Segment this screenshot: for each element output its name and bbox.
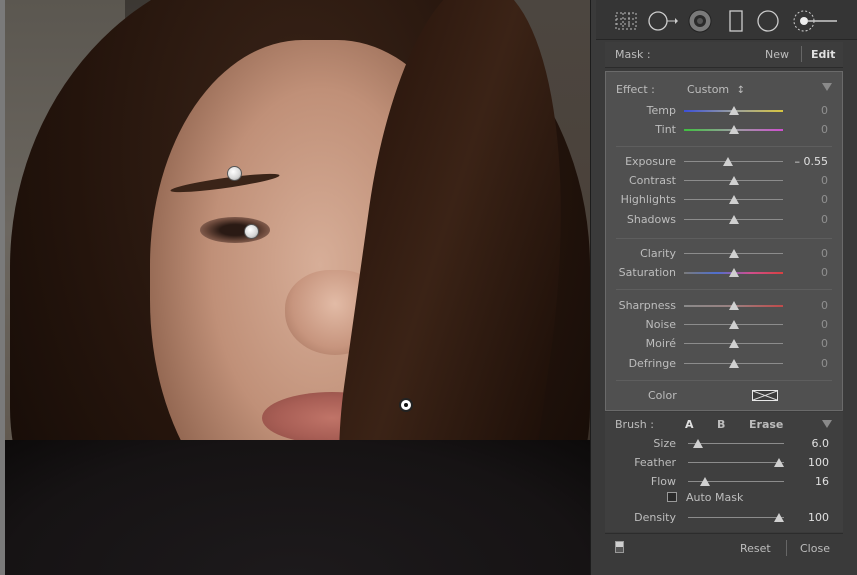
slider-thumb-0-0[interactable] [729,106,739,115]
collapse-triangle-icon[interactable] [822,83,832,91]
brush-slider-track-1[interactable] [688,462,784,463]
slider-value-1-2[interactable]: 0 [788,193,828,206]
brush-slider-label-3: Density [634,511,676,524]
updown-arrows-icon: ↕ [736,85,746,96]
slider-label-1-1: Contrast [628,174,676,187]
brush-slider-value-0[interactable]: 6.0 [789,437,830,450]
panel-toggle-switch[interactable] [615,541,624,553]
slider-thumb-1-1[interactable] [729,176,739,185]
slider-thumb-3-1[interactable] [729,320,739,329]
slider-value-0-1[interactable]: 0 [788,123,828,136]
slider-label-3-3: Defringe [628,357,676,370]
brush-slider-thumb-2[interactable] [700,477,710,486]
auto-mask-label: Auto Mask [686,491,744,504]
brush-pin-brow[interactable] [227,166,242,181]
slider-thumb-1-0[interactable] [723,157,733,166]
slider-thumb-1-3[interactable] [729,215,739,224]
slider-thumb-2-0[interactable] [729,249,739,258]
auto-mask-checkbox[interactable] [667,492,677,502]
adjustment-brush-icon[interactable] [793,10,841,32]
brush-slider-value-1[interactable]: 100 [789,456,829,469]
slider-label-1-0: Exposure [625,155,676,168]
brush-slider-label-1: Feather [634,456,676,469]
slider-value-3-1[interactable]: 0 [788,318,828,331]
brush-slider-label-2: Flow [650,475,676,488]
brush-tab-erase[interactable]: Erase [749,418,783,431]
photo-canvas[interactable] [0,0,590,575]
brush-slider-track-3[interactable] [688,517,784,518]
red-eye-icon[interactable] [688,9,712,33]
brush-pin-active[interactable] [399,398,413,412]
brush-collapse-triangle-icon[interactable] [822,420,832,428]
brush-slider-value-2[interactable]: 16 [789,475,829,488]
slider-label-2-0: Clarity [640,247,676,260]
spot-removal-icon[interactable] [648,10,678,32]
brush-slider-thumb-0[interactable] [693,439,703,448]
slider-value-1-1[interactable]: 0 [788,174,828,187]
color-label: Color [648,389,677,402]
slider-label-3-0: Sharpness [618,299,676,312]
slider-thumb-0-1[interactable] [729,125,739,134]
slider-value-3-0[interactable]: 0 [788,299,828,312]
close-button[interactable]: Close [800,542,830,555]
brush-slider-value-3[interactable]: 100 [789,511,829,524]
slider-thumb-3-0[interactable] [729,301,739,310]
brush-slider-label-0: Size [653,437,676,450]
footer-divider [786,540,787,556]
reset-button[interactable]: Reset [740,542,771,555]
mask-new-button[interactable]: New [765,48,789,61]
slider-thumb-1-2[interactable] [729,195,739,204]
slider-label-3-1: Noise [645,318,676,331]
slider-label-0-0: Temp [646,104,676,117]
photo-scarf [0,440,590,575]
slider-value-1-3[interactable]: 0 [788,213,828,226]
slider-value-2-1[interactable]: 0 [788,266,828,279]
color-swatch[interactable] [752,390,778,401]
mask-edit-button[interactable]: Edit [811,48,835,61]
effect-separator-3 [616,380,832,381]
radial-filter-icon[interactable] [756,10,780,32]
brush-pin-eye[interactable] [244,224,259,239]
photo-left-eye [200,217,270,243]
slider-track-1-0[interactable] [684,161,783,162]
photo-left-edge [0,0,5,575]
graduated-filter-icon[interactable] [724,10,748,32]
slider-value-0-0[interactable]: 0 [788,104,828,117]
brush-slider-thumb-3[interactable] [774,513,784,522]
effect-preset-dropdown[interactable]: Custom ↕ [687,83,745,96]
slider-value-3-3[interactable]: 0 [788,357,828,370]
effect-separator-1 [616,238,832,239]
slider-label-3-2: Moiré [645,337,676,350]
slider-label-2-1: Saturation [618,266,676,279]
brush-tab-b[interactable]: B [717,418,725,431]
slider-thumb-3-2[interactable] [729,339,739,348]
tool-strip [596,0,857,40]
slider-thumb-3-3[interactable] [729,359,739,368]
brush-slider-thumb-1[interactable] [774,458,784,467]
slider-value-2-0[interactable]: 0 [788,247,828,260]
effect-separator-0 [616,146,832,147]
slider-thumb-2-1[interactable] [729,268,739,277]
mask-divider [801,46,802,62]
brush-tab-a[interactable]: A [685,418,694,431]
slider-label-0-1: Tint [655,123,676,136]
slider-label-1-2: Highlights [620,193,676,206]
brush-label: Brush : [615,418,654,431]
mask-label: Mask : [615,48,651,61]
grid-overlay-icon[interactable] [614,10,638,32]
slider-value-3-2[interactable]: 0 [788,337,828,350]
slider-label-1-3: Shadows [626,213,676,226]
slider-value-1-0[interactable]: – 0.55 [788,155,829,168]
effect-separator-2 [616,289,832,290]
effect-label: Effect : [616,83,655,96]
effect-preset-value: Custom [687,83,730,96]
